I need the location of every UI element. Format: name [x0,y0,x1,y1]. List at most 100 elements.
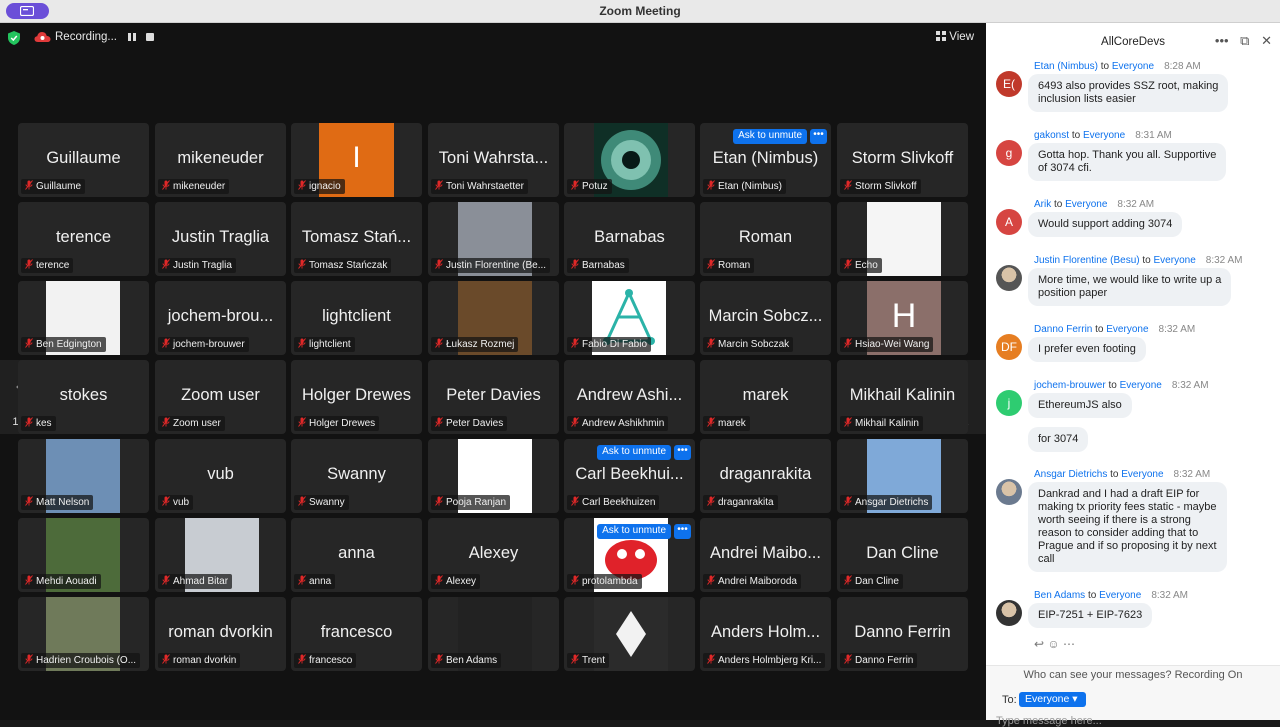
participant-display-name: Andrew Ashi... [576,386,683,404]
participant-tile[interactable]: marek marek [700,360,831,434]
participant-tile[interactable]: Fabio Di Fabio [564,281,695,355]
participant-tile[interactable]: Matt Nelson [18,439,149,513]
avatar[interactable]: E( [996,71,1022,97]
participant-tile[interactable]: Echo [837,202,968,276]
view-button[interactable]: View [936,31,974,43]
sender-name[interactable]: gakonst [1034,130,1069,141]
participant-tile[interactable]: mikeneuder mikeneuder [155,123,286,197]
participant-tile[interactable]: Ansgar Dietrichs [837,439,968,513]
message-bubble[interactable]: 6493 also provides SSZ root, making inclu… [1028,74,1229,112]
participant-more-button[interactable]: ••• [674,445,691,460]
message-bubble[interactable]: Gotta hop. Thank you all. Supportive of 3… [1028,143,1227,181]
participant-tile[interactable]: vub vub [155,439,286,513]
message-bubble[interactable]: Dankrad and I had a draft EIP for making … [1028,482,1227,572]
participant-tile[interactable]: Holger Drewes Holger Drewes [291,360,422,434]
participant-tile[interactable]: Tomasz Stań... Tomasz Stańczak [291,202,422,276]
participant-tile[interactable]: Hadrien Croubois (O... [18,597,149,671]
more-options-icon[interactable]: ••• [1215,33,1229,48]
participant-name-tag: terence [21,258,74,273]
message-reaction-bar[interactable]: ↩ ☺ ⋯ [1034,637,1075,651]
participant-tile[interactable]: Łukasz Rozmej [428,281,559,355]
sender-name[interactable]: Ben Adams [1034,590,1085,601]
participant-tile[interactable]: Pooja Ranjan [428,439,559,513]
participant-tile[interactable]: Trent [564,597,695,671]
participant-more-button[interactable]: ••• [674,524,691,539]
participant-tile[interactable]: Zoom user Zoom user [155,360,286,434]
participant-tile[interactable]: francesco francesco [291,597,422,671]
participant-tile[interactable]: roman dvorkin roman dvorkin [155,597,286,671]
participant-tile[interactable]: Andrei Maibo... Andrei Maiboroda [700,518,831,592]
participant-tile[interactable]: Carl Beekhui... Carl Beekhuizen Ask to unm… [564,439,695,513]
message-bubble[interactable]: EthereumJS also [1028,393,1132,418]
participant-name-tag: roman dvorkin [158,653,241,668]
recipient-select[interactable]: Everyone ▾ [1019,692,1086,707]
participant-tile[interactable]: Iignacio [291,123,422,197]
participant-tile[interactable]: protolambda Ask to unmute ••• [564,518,695,592]
participant-tile[interactable]: Potuz [564,123,695,197]
participant-tile[interactable]: Swanny Swanny [291,439,422,513]
sender-name[interactable]: Danno Ferrin [1034,324,1092,335]
message-bubble[interactable]: EIP-7251 + EIP-7623 [1028,603,1153,628]
participant-tile[interactable]: draganrakita draganrakita [700,439,831,513]
pause-recording-button[interactable] [126,32,138,44]
message-bubble[interactable]: I prefer even footing [1028,337,1146,362]
avatar[interactable]: g [996,140,1022,166]
participant-tile[interactable]: lightclient lightclient [291,281,422,355]
ask-to-unmute-button[interactable]: Ask to unmute [733,129,807,144]
participant-tile[interactable]: Dan Cline Dan Cline [837,518,968,592]
participant-tile[interactable]: Mikhail Kalinin Mikhail Kalinin [837,360,968,434]
pop-out-icon[interactable]: ⧉ [1240,33,1249,48]
avatar[interactable]: j [996,390,1022,416]
sender-name[interactable]: Arik [1034,199,1051,210]
participant-tile[interactable]: Storm Slivkoff Storm Slivkoff [837,123,968,197]
participant-display-name: marek [742,386,789,404]
participant-tile[interactable]: Ben Adams [428,597,559,671]
participant-tile[interactable]: Justin Florentine (Be... [428,202,559,276]
message-bubble[interactable]: Would support adding 3074 [1028,212,1183,237]
message-input[interactable]: Type message here... [996,715,1102,727]
stop-recording-button[interactable] [146,33,154,41]
message-bubble[interactable]: More time, we would like to write up a po… [1028,268,1232,306]
message-line: position paper [1038,287,1108,299]
participant-name-tag: Carl Beekhuizen [567,495,660,510]
participant-tile[interactable]: Danno Ferrin Danno Ferrin [837,597,968,671]
close-icon[interactable]: ✕ [1261,33,1272,48]
sender-name[interactable]: Justin Florentine (Besu) [1034,255,1140,266]
participant-tile[interactable]: Barnabas Barnabas [564,202,695,276]
participant-tile[interactable]: terence terence [18,202,149,276]
message-bubble[interactable]: for 3074 [1028,427,1089,452]
avatar[interactable]: DF [996,334,1022,360]
participant-tile[interactable]: Alexey Alexey [428,518,559,592]
message-line: Prague and if so proposing it by next [1038,540,1217,552]
participant-tile[interactable]: anna anna [291,518,422,592]
avatar[interactable]: A [996,209,1022,235]
to-word: to [1100,61,1110,72]
participant-tile[interactable]: Justin Traglia Justin Traglia [155,202,286,276]
participant-tile[interactable]: H Hsiao-Wei Wang [837,281,968,355]
participant-more-button[interactable]: ••• [810,129,827,144]
participant-tile[interactable]: Marcin Sobcz... Marcin Sobczak [700,281,831,355]
ask-to-unmute-button[interactable]: Ask to unmute [597,445,671,460]
participant-tile[interactable]: jochem-brou... jochem-brouwer [155,281,286,355]
participant-tile[interactable]: stokes kes [18,360,149,434]
avatar[interactable] [996,479,1022,505]
participant-tile[interactable]: Guillaume Guillaume [18,123,149,197]
participant-tile[interactable]: Ahmad Bitar [155,518,286,592]
participant-tile[interactable]: Etan (Nimbus) Etan (Nimbus) Ask to unmute •… [700,123,831,197]
participant-tile[interactable]: Andrew Ashi... Andrew Ashikhmin [564,360,695,434]
privacy-notice[interactable]: Who can see your messages? Recording On [986,669,1280,681]
participant-tile[interactable]: Roman Roman [700,202,831,276]
ask-to-unmute-button[interactable]: Ask to unmute [597,524,671,539]
sender-name[interactable]: jochem-brouwer [1034,380,1106,391]
sender-name[interactable]: Etan (Nimbus) [1034,61,1098,72]
avatar[interactable] [996,600,1022,626]
to-word: to [1071,130,1081,141]
participant-tile[interactable]: Ben Edgington [18,281,149,355]
avatar[interactable] [996,265,1022,291]
participant-tile[interactable]: Peter Davies Peter Davies [428,360,559,434]
participant-tile[interactable]: Anders Holm... Anders Holmbjerg Kri... [700,597,831,671]
shield-icon[interactable] [8,31,20,45]
participant-tile[interactable]: Toni Wahrsta... Toni Wahrstaetter [428,123,559,197]
participant-tile[interactable]: Mehdi Aouadi [18,518,149,592]
sender-name[interactable]: Ansgar Dietrichs [1034,469,1107,480]
